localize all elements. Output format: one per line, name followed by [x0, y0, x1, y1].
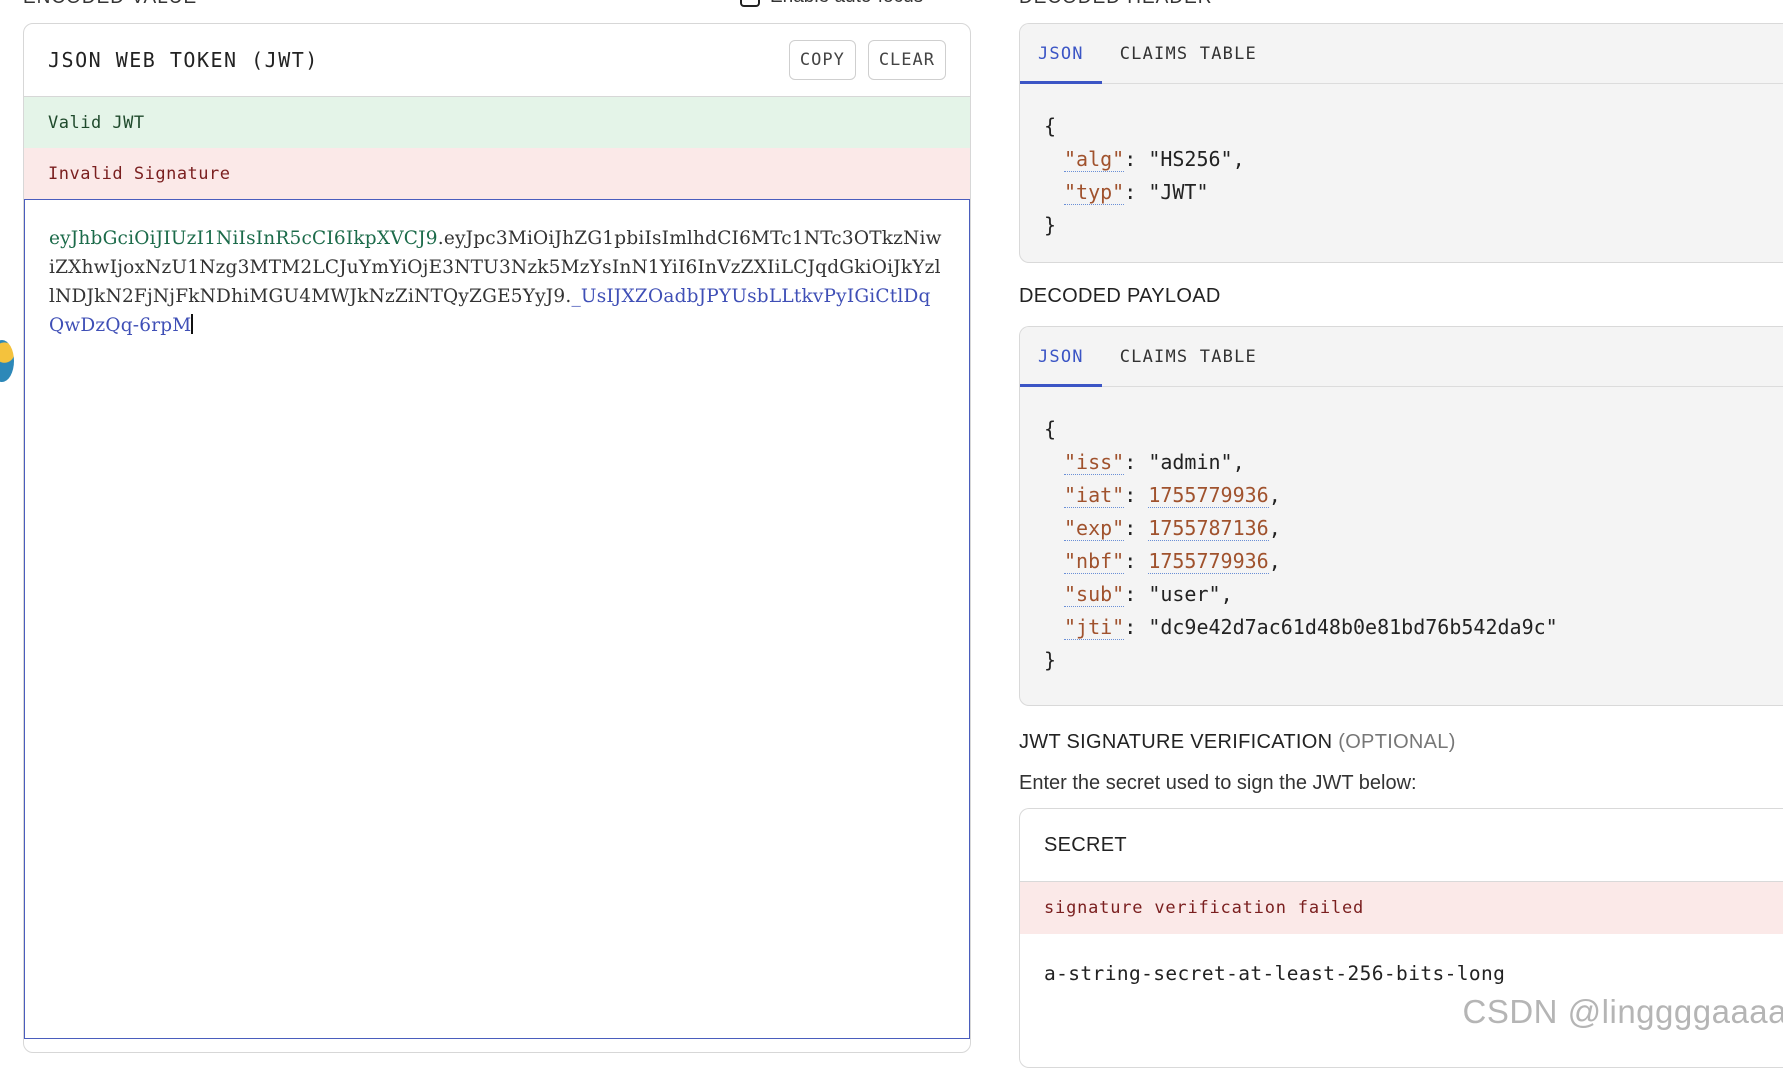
header-tabs: JSON CLAIMS TABLE — [1020, 24, 1783, 84]
encoded-panel-header: JSON WEB TOKEN (JWT) COPY CLEAR — [24, 24, 970, 97]
payload-field-row: "exp": 1755787136, — [1064, 516, 1281, 541]
valid-jwt-status: Valid JWT — [24, 97, 970, 148]
invalid-signature-status: Invalid Signature — [24, 148, 970, 199]
json-close-brace: } — [1044, 648, 1057, 672]
json-open-brace: { — [1044, 114, 1057, 138]
panel-title: JSON WEB TOKEN (JWT) — [48, 48, 319, 72]
json-open-brace: { — [1044, 417, 1057, 441]
token-input[interactable]: eyJhbGciOiJIUzI1NiIsInR5cCI6IkpXVCJ9.eyJ… — [24, 199, 970, 1039]
payload-json-view: { "iss": "admin", "iat": 1755779936, "exp":… — [1020, 387, 1783, 703]
json-key[interactable]: "iss" — [1064, 450, 1125, 475]
json-key[interactable]: "jti" — [1064, 615, 1125, 640]
tab-payload-json[interactable]: JSON — [1020, 327, 1102, 387]
decoded-payload-panel: JSON CLAIMS TABLE { "iss": "admin", "iat":… — [1019, 326, 1783, 706]
payload-field-row: "nbf": 1755779936, — [1064, 549, 1281, 574]
auto-focus-label: Enable auto-focus — [770, 0, 923, 8]
json-key[interactable]: "sub" — [1064, 582, 1125, 607]
verification-title: JWT SIGNATURE VERIFICATION — [1019, 731, 1333, 753]
verification-error: signature verification failed — [1020, 882, 1783, 934]
verification-hint: Enter the secret used to sign the JWT be… — [1019, 772, 1417, 794]
json-separator: , — [1232, 147, 1245, 171]
watermark: CSDN @linggggaaaa — [1462, 993, 1783, 1030]
json-separator: , — [1268, 549, 1281, 573]
tab-header-json[interactable]: JSON — [1020, 24, 1102, 84]
header-field-row: "typ": "JWT" — [1064, 180, 1209, 205]
decoded-payload-heading: DECODED PAYLOAD — [1019, 285, 1221, 307]
payload-field-row: "sub": "user", — [1064, 582, 1233, 607]
json-value: "dc9e42d7ac61d48b0e81bd76b542da9c" — [1148, 615, 1558, 639]
json-key[interactable]: "typ" — [1064, 180, 1125, 205]
encoded-token-panel: JSON WEB TOKEN (JWT) COPY CLEAR Valid JW… — [23, 23, 971, 1053]
json-key[interactable]: "exp" — [1064, 516, 1125, 541]
json-close-brace: } — [1044, 213, 1057, 237]
header-field-row: "alg": "HS256", — [1064, 147, 1245, 172]
json-value[interactable]: 1755779936 — [1148, 549, 1269, 574]
encoded-value-heading: ENCODED VALUE — [23, 0, 197, 9]
json-key[interactable]: "alg" — [1064, 147, 1125, 172]
header-json-view: { "alg": "HS256", "typ": "JWT"} — [1020, 84, 1783, 262]
verification-heading: JWT SIGNATURE VERIFICATION (OPTIONAL) — [1019, 731, 1456, 754]
json-key[interactable]: "nbf" — [1064, 549, 1125, 574]
json-separator: , — [1268, 483, 1281, 507]
json-separator: , — [1268, 516, 1281, 540]
json-value: "JWT" — [1148, 180, 1209, 204]
clear-button[interactable]: CLEAR — [867, 40, 946, 80]
auto-focus-checkbox[interactable] — [740, 0, 760, 7]
payload-field-row: "iat": 1755779936, — [1064, 483, 1281, 508]
token-header-part: eyJhbGciOiJIUzI1NiIsInR5cCI6IkpXVCJ9 — [49, 228, 438, 249]
json-separator: , — [1232, 450, 1245, 474]
copy-button[interactable]: COPY — [788, 40, 856, 80]
json-value: "user" — [1148, 582, 1221, 606]
payload-field-row: "jti": "dc9e42d7ac61d48b0e81bd76b542da9c… — [1064, 615, 1558, 640]
json-value: "HS256" — [1148, 147, 1233, 171]
decoded-header-heading: DECODED HEADER — [1019, 0, 1212, 9]
payload-tabs: JSON CLAIMS TABLE — [1020, 327, 1783, 387]
json-separator: , — [1220, 582, 1233, 606]
auto-focus-toggle[interactable]: Enable auto-focus — [740, 0, 923, 8]
tab-header-claims-table[interactable]: CLAIMS TABLE — [1102, 24, 1275, 83]
json-value[interactable]: 1755779936 — [1148, 483, 1269, 508]
verification-optional: (OPTIONAL) — [1338, 731, 1456, 753]
json-value[interactable]: 1755787136 — [1148, 516, 1269, 541]
secret-label: SECRET — [1020, 809, 1783, 882]
json-value: "admin" — [1148, 450, 1233, 474]
decoded-header-panel: JSON CLAIMS TABLE { "alg": "HS256", "typ":… — [1019, 23, 1783, 263]
json-key[interactable]: "iat" — [1064, 483, 1125, 508]
payload-field-row: "iss": "admin", — [1064, 450, 1245, 475]
tab-payload-claims-table[interactable]: CLAIMS TABLE — [1102, 327, 1275, 386]
text-caret — [191, 314, 193, 334]
floating-widget-icon[interactable] — [0, 340, 14, 382]
